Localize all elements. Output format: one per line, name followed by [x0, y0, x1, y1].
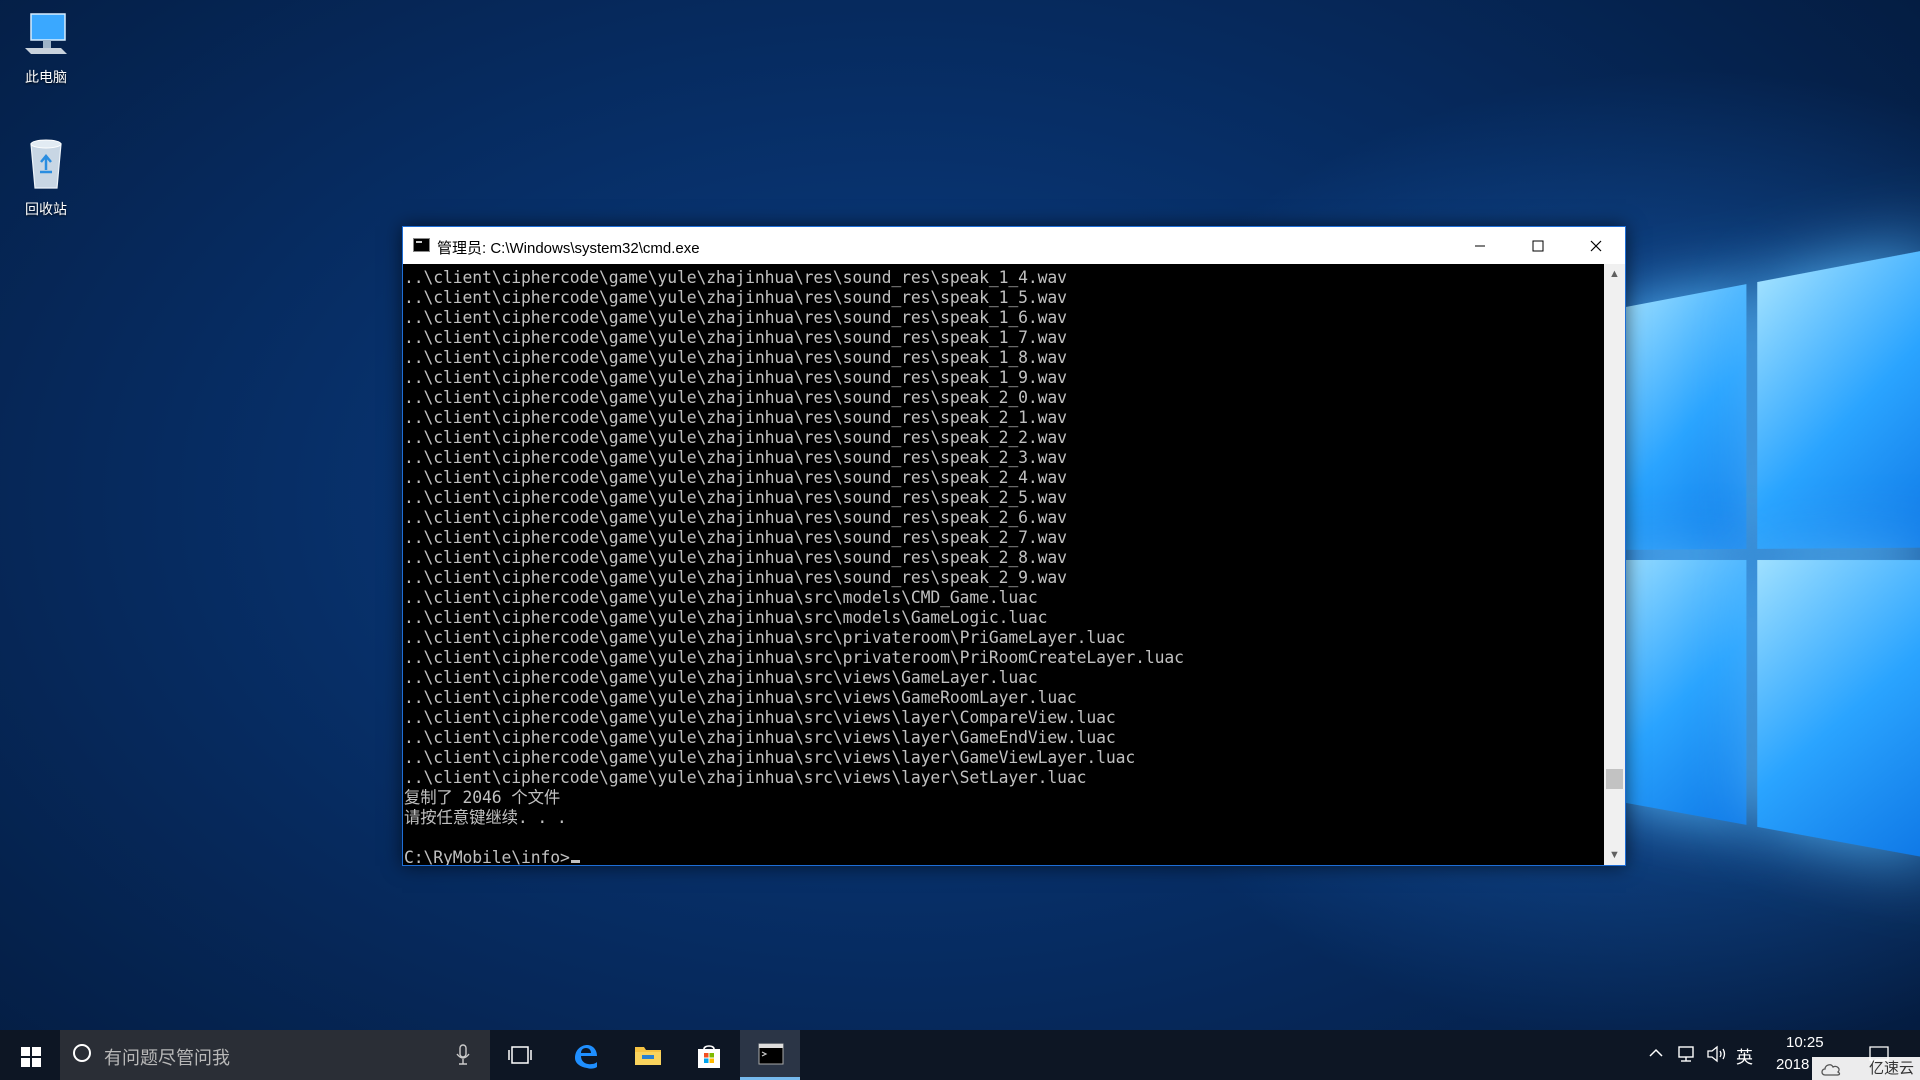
- desktop-icon-label: 回收站: [25, 201, 67, 217]
- store-button[interactable]: [678, 1030, 738, 1080]
- console-line: ..\client\ciphercode\game\yule\zhajinhua…: [404, 648, 1184, 667]
- scroll-down-arrow-icon[interactable]: ▼: [1604, 845, 1625, 865]
- search-placeholder: 有问题尽管问我: [104, 1048, 230, 1068]
- minimize-button[interactable]: [1451, 227, 1509, 264]
- console-line: ..\client\ciphercode\game\yule\zhajinhua…: [404, 468, 1067, 487]
- console-line: ..\client\ciphercode\game\yule\zhajinhua…: [404, 368, 1067, 387]
- console-line: ..\client\ciphercode\game\yule\zhajinhua…: [404, 508, 1067, 527]
- console-line: ..\client\ciphercode\game\yule\zhajinhua…: [404, 448, 1067, 467]
- console-line: ..\client\ciphercode\game\yule\zhajinhua…: [404, 348, 1067, 367]
- console-line: ..\client\ciphercode\game\yule\zhajinhua…: [404, 428, 1067, 447]
- cmd-window[interactable]: 管理员: C:\Windows\system32\cmd.exe ..\clie…: [402, 226, 1626, 866]
- minimize-icon: [1475, 245, 1485, 247]
- console-line: C:\RyMobile\info>: [404, 848, 1184, 865]
- watermark-logo: 亿速云: [1812, 1057, 1920, 1080]
- console-line: ..\client\ciphercode\game\yule\zhajinhua…: [404, 768, 1087, 787]
- console-lines: ..\client\ciphercode\game\yule\zhajinhua…: [404, 268, 1184, 865]
- console-line: ..\client\ciphercode\game\yule\zhajinhua…: [404, 288, 1067, 307]
- clock-time[interactable]: 10:25: [1786, 1034, 1824, 1051]
- cmd-taskbar-button[interactable]: [740, 1030, 800, 1080]
- console-line: ..\client\ciphercode\game\yule\zhajinhua…: [404, 728, 1116, 747]
- console-line: ..\client\ciphercode\game\yule\zhajinhua…: [404, 668, 1038, 687]
- close-button[interactable]: [1567, 227, 1625, 264]
- console-line: ..\client\ciphercode\game\yule\zhajinhua…: [404, 608, 1048, 627]
- file-explorer-button[interactable]: [616, 1030, 676, 1080]
- scrollbar-thumb[interactable]: [1606, 769, 1623, 789]
- this-pc-icon: [6, 10, 86, 63]
- desktop-background: 此电脑 回收站 管理员: C:\Windows\system32\cmd.exe: [0, 0, 1920, 1080]
- desktop-icon-recycle-bin[interactable]: 回收站: [6, 136, 86, 219]
- console-line: ..\client\ciphercode\game\yule\zhajinhua…: [404, 268, 1067, 287]
- desktop-icon-label: 此电脑: [25, 69, 67, 85]
- console-line: ..\client\ciphercode\game\yule\zhajinhua…: [404, 568, 1067, 587]
- maximize-icon: [1532, 240, 1544, 252]
- task-view-button[interactable]: [490, 1030, 550, 1080]
- desktop-icon-this-pc[interactable]: 此电脑: [6, 10, 86, 87]
- console-line: 请按任意键继续. . .: [404, 808, 567, 827]
- console-line: ..\client\ciphercode\game\yule\zhajinhua…: [404, 748, 1136, 767]
- network-icon[interactable]: [1676, 1045, 1696, 1067]
- edge-taskbar-button[interactable]: [554, 1030, 614, 1080]
- vertical-scrollbar[interactable]: ▲ ▼: [1604, 264, 1625, 865]
- maximize-button[interactable]: [1509, 227, 1567, 264]
- console-output[interactable]: ..\client\ciphercode\game\yule\zhajinhua…: [403, 264, 1604, 865]
- edge-icon: [575, 1045, 597, 1069]
- console-line: ..\client\ciphercode\game\yule\zhajinhua…: [404, 628, 1126, 647]
- console-line: ..\client\ciphercode\game\yule\zhajinhua…: [404, 688, 1077, 707]
- console-line: ..\client\ciphercode\game\yule\zhajinhua…: [404, 388, 1067, 407]
- close-icon: [1590, 240, 1602, 252]
- clock-date[interactable]: 2018: [1776, 1056, 1809, 1073]
- recycle-bin-icon: [6, 136, 86, 195]
- microphone-icon[interactable]: [456, 1044, 470, 1071]
- cmd-icon: [758, 1043, 784, 1065]
- windows-start-icon: [21, 1047, 41, 1067]
- window-title: 管理员: C:\Windows\system32\cmd.exe: [437, 240, 700, 257]
- console-line: ..\client\ciphercode\game\yule\zhajinhua…: [404, 328, 1067, 347]
- scroll-up-arrow-icon[interactable]: ▲: [1604, 264, 1625, 284]
- cmd-app-icon[interactable]: [413, 238, 430, 252]
- console-line: ..\client\ciphercode\game\yule\zhajinhua…: [404, 308, 1067, 327]
- console-line: ..\client\ciphercode\game\yule\zhajinhua…: [404, 548, 1067, 567]
- console-line: ..\client\ciphercode\game\yule\zhajinhua…: [404, 408, 1067, 427]
- start-button[interactable]: [0, 1030, 60, 1080]
- store-icon: [698, 1045, 720, 1068]
- input-method-indicator[interactable]: 英: [1736, 1043, 1753, 1068]
- task-view-icon: [508, 1046, 532, 1064]
- console-line: ..\client\ciphercode\game\yule\zhajinhua…: [404, 528, 1067, 547]
- windows-logo-wallpaper: [1610, 247, 1920, 873]
- cortana-icon: [73, 1044, 91, 1062]
- text-cursor: [570, 860, 580, 863]
- console-line: 复制了 2046 个文件: [404, 788, 561, 807]
- console-line: ..\client\ciphercode\game\yule\zhajinhua…: [404, 488, 1067, 507]
- show-hidden-icons-chevron-icon[interactable]: [1648, 1045, 1664, 1065]
- volume-icon[interactable]: [1706, 1045, 1728, 1067]
- console-line: ..\client\ciphercode\game\yule\zhajinhua…: [404, 708, 1116, 727]
- cmd-titlebar[interactable]: 管理员: C:\Windows\system32\cmd.exe: [403, 227, 1625, 264]
- taskbar: 有问题尽管问我 英 10:25 2018: [0, 1030, 1920, 1080]
- watermark-text: 亿速云: [1868, 1060, 1914, 1077]
- cloud-logo-icon: [1821, 1064, 1841, 1076]
- folder-icon: [635, 1047, 661, 1065]
- console-line: ..\client\ciphercode\game\yule\zhajinhua…: [404, 588, 1038, 607]
- cortana-search-box[interactable]: 有问题尽管问我: [60, 1030, 490, 1080]
